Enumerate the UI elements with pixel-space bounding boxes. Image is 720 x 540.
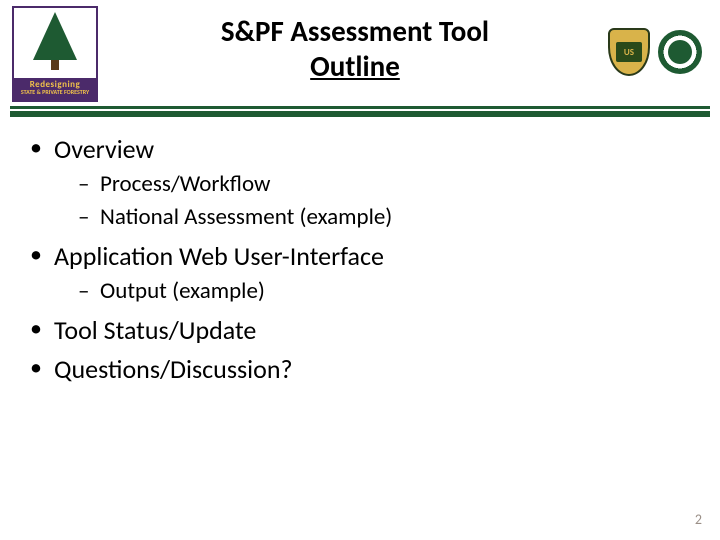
forest-service-shield-icon: US bbox=[608, 28, 650, 76]
redesigning-logo: Redesigning STATE & PRIVATE FORESTRY bbox=[12, 6, 98, 102]
sub-bullet-item: Output (example) bbox=[78, 276, 680, 307]
tree-icon bbox=[33, 8, 77, 78]
bullet-label: Overview bbox=[54, 133, 154, 165]
slide: Redesigning STATE & PRIVATE FORESTRY S&P… bbox=[0, 0, 720, 540]
slide-body: Overview Process/Workflow National Asses… bbox=[28, 132, 680, 392]
title-line-1: S&PF Assessment Tool bbox=[221, 13, 489, 49]
slide-title: S&PF Assessment Tool Outline bbox=[120, 14, 590, 84]
bullet-item: Application Web User-Interface Output (e… bbox=[28, 239, 680, 307]
bullet-item: Questions/Discussion? bbox=[28, 352, 680, 387]
bullet-item: Tool Status/Update bbox=[28, 313, 680, 348]
page-number: 2 bbox=[695, 511, 702, 528]
header-divider bbox=[10, 106, 710, 117]
logo-left-subtitle: STATE & PRIVATE FORESTRY bbox=[14, 89, 96, 96]
header-right-logos: US bbox=[608, 28, 702, 76]
dept-seal-icon bbox=[658, 30, 702, 74]
bullet-label: Questions/Discussion? bbox=[54, 353, 293, 385]
bullet-label: Tool Status/Update bbox=[54, 314, 256, 346]
sub-bullet-item: National Assessment (example) bbox=[78, 202, 680, 233]
title-line-2: Outline bbox=[310, 48, 400, 84]
slide-header: Redesigning STATE & PRIVATE FORESTRY S&P… bbox=[0, 0, 720, 105]
bullet-item: Overview Process/Workflow National Asses… bbox=[28, 132, 680, 233]
sub-bullet-item: Process/Workflow bbox=[78, 169, 680, 200]
bullet-label: Application Web User-Interface bbox=[54, 240, 384, 272]
